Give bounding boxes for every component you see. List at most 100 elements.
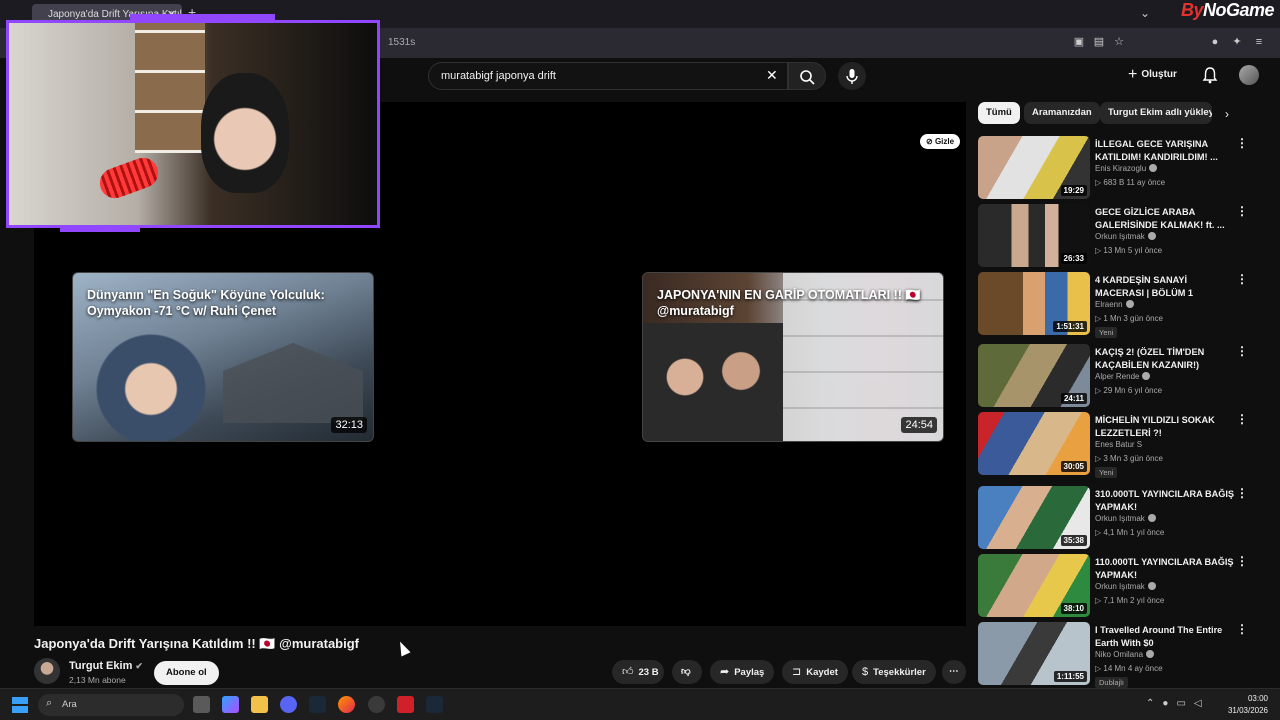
bookmark-icon: ⊐ <box>792 666 802 678</box>
new-badge: Yeni <box>1095 327 1118 338</box>
webcam-shelf <box>135 23 205 153</box>
obs-icon[interactable] <box>368 696 385 713</box>
video-thumbnail: 38:10 <box>978 554 1090 617</box>
account-icon[interactable]: ● <box>1208 35 1222 49</box>
recommended-video[interactable]: 24:11 KAÇIŞ 2! (ÖZEL TİM'DEN KAÇABİLEN K… <box>978 344 1274 408</box>
chip-channel[interactable]: Turgut Ekim adlı yükleyici <box>1100 102 1212 124</box>
verified-icon <box>1147 514 1156 522</box>
video-meta: ▷ 13 Mn 5 yıl önce <box>1095 246 1163 255</box>
verified-icon: ✔ <box>135 661 143 671</box>
video-title: 310.000TL YAYINCILARA BAĞIŞ YAPMAK! <box>1095 489 1235 512</box>
video-meta: ▷ 7,1 Mn 2 yıl önce <box>1095 596 1165 605</box>
notifications-bell-icon[interactable] <box>1202 66 1218 84</box>
clear-search-icon[interactable]: ✕ <box>766 67 778 84</box>
channel-name: Niko Omilana <box>1095 650 1155 659</box>
like-button[interactable]: 👍︎ 23 B <box>612 660 664 684</box>
endcard-video-1[interactable]: Dünyanın "En Soğuk" Köyüne Yolculuk: Oym… <box>72 272 374 442</box>
task-view-icon[interactable] <box>193 696 210 713</box>
recommended-video[interactable]: 1:11:55 I Travelled Around The Entire Ea… <box>978 622 1274 688</box>
streamer-webcam <box>6 20 380 228</box>
user-avatar[interactable] <box>1239 65 1259 85</box>
subscribe-button[interactable]: Abone ol <box>154 661 219 685</box>
video-thumbnail: 26:33 <box>978 204 1090 267</box>
video-duration: 1:11:55 <box>1053 671 1087 682</box>
steam-secondary-icon[interactable] <box>426 696 443 713</box>
dislike-button[interactable]: 👎︎ <box>672 660 702 684</box>
hide-endcards-button[interactable]: ⊘ Gizle <box>920 134 961 149</box>
dubbed-badge: Dublajlı <box>1095 677 1129 688</box>
discord-icon[interactable] <box>280 696 297 713</box>
reader-icon[interactable]: ▤ <box>1092 35 1106 49</box>
endcard-video-2[interactable]: JAPONYA'NIN EN GARİP OTOMATLARI !! 🇯🇵 @m… <box>642 272 944 442</box>
url-text[interactable]: 1531s <box>388 37 415 48</box>
video-title: 4 KARDEŞİN SANAYİ MACERASI | BÖLÜM 1 <box>1095 275 1194 298</box>
endcard-thumbnail-people <box>643 323 783 441</box>
app-red-icon[interactable] <box>397 696 414 713</box>
video-thumbnail: 1:11:55 <box>978 622 1090 685</box>
menu-icon[interactable]: ≡ <box>1252 35 1266 49</box>
url-icons: ▣ ▤ ☆ <box>1072 35 1126 49</box>
verified-icon <box>1142 372 1151 380</box>
chevron-right-icon[interactable]: › <box>1225 107 1229 121</box>
verified-icon <box>1147 582 1156 590</box>
create-button[interactable]: + Oluştur <box>1128 66 1177 84</box>
more-vertical-icon[interactable]: ⋮ <box>1236 486 1248 500</box>
chip-all[interactable]: Tümü <box>978 102 1020 124</box>
firefox-icon[interactable] <box>338 696 355 713</box>
webcam-person <box>201 73 289 193</box>
share-button[interactable]: ➦ Paylaş <box>710 660 775 684</box>
endcard-title: Dünyanın "En Soğuk" Köyüne Yolculuk: Oym… <box>87 288 325 318</box>
file-explorer-icon[interactable] <box>251 696 268 713</box>
recommended-video[interactable]: 19:29 İLLEGAL GECE YARIŞINA KATILDIM! KA… <box>978 136 1274 200</box>
recommended-video[interactable]: 38:10 110.000TL YAYINCILARA BAĞIŞ YAPMAK… <box>978 554 1274 618</box>
more-vertical-icon[interactable]: ⋮ <box>1236 136 1248 150</box>
channel-avatar[interactable] <box>34 658 60 684</box>
channel-name: Orkun Işıtmak <box>1095 514 1156 523</box>
taskbar-clock[interactable]: 03:00 31/03/2026 <box>1222 693 1268 717</box>
chevron-down-icon[interactable]: ⌄ <box>1140 6 1150 20</box>
chevron-up-icon[interactable]: ⌃ <box>1146 698 1154 709</box>
video-meta: ▷ 4,1 Mn 1 yıl önce <box>1095 528 1165 537</box>
recommended-video[interactable]: 1:51:31 4 KARDEŞİN SANAYİ MACERASI | BÖL… <box>978 272 1274 338</box>
video-title: GECE GİZLİCE ARABA GALERİSİNDE KALMAK! f… <box>1095 207 1225 230</box>
channel-name: Enes Batur S <box>1095 440 1143 449</box>
more-actions-button[interactable]: ⋯ <box>942 660 966 684</box>
video-thumbnail: 35:38 <box>978 486 1090 549</box>
more-vertical-icon[interactable]: ⋮ <box>1236 272 1248 286</box>
more-horizontal-icon: ⋯ <box>949 666 959 677</box>
bookmark-star-icon[interactable]: ☆ <box>1112 35 1126 49</box>
recommended-video[interactable]: 30:05 MİCHELİN YILDIZLI SOKAK LEZZETLERİ… <box>978 412 1274 478</box>
thumbs-down-icon: 👎︎ <box>681 666 691 677</box>
mic-tray-icon[interactable]: ● <box>1162 698 1168 709</box>
search-input[interactable]: muratabigf japonya drift <box>428 62 788 90</box>
video-title: I Travelled Around The Entire Earth With… <box>1095 625 1223 648</box>
new-badge: Yeni <box>1095 467 1118 478</box>
copilot-icon[interactable] <box>222 696 239 713</box>
more-vertical-icon[interactable]: ⋮ <box>1236 622 1248 636</box>
save-button[interactable]: ⊐ Kaydet <box>782 660 848 684</box>
verified-icon <box>1125 300 1134 308</box>
clock-time: 03:00 <box>1247 694 1268 703</box>
display-icon[interactable]: ▭ <box>1176 698 1185 709</box>
taskbar-search[interactable]: ⌕ Ara <box>38 694 184 716</box>
steam-icon[interactable] <box>309 696 326 713</box>
recommended-video[interactable]: 26:33 GECE GİZLİCE ARABA GALERİSİNDE KAL… <box>978 204 1274 268</box>
windows-start-icon[interactable] <box>12 697 28 713</box>
recommended-video[interactable]: 35:38 310.000TL YAYINCILARA BAĞIŞ YAPMAK… <box>978 486 1274 550</box>
volume-icon[interactable]: ◁ <box>1194 698 1202 709</box>
endcard-thumbnail-person <box>91 323 211 441</box>
screenshot-icon[interactable]: ▣ <box>1072 35 1086 49</box>
channel-name[interactable]: Turgut Ekim ✔ <box>69 660 143 672</box>
voice-search-button[interactable] <box>838 62 866 90</box>
extensions-icon[interactable]: ✦ <box>1230 35 1244 49</box>
more-vertical-icon[interactable]: ⋮ <box>1236 204 1248 218</box>
bynogame-logo: ByNoGame <box>1180 0 1275 20</box>
thanks-button[interactable]: $ Teşekkürler <box>852 660 936 684</box>
more-vertical-icon[interactable]: ⋮ <box>1236 344 1248 358</box>
search-button[interactable] <box>788 62 826 90</box>
more-vertical-icon[interactable]: ⋮ <box>1236 554 1248 568</box>
more-vertical-icon[interactable]: ⋮ <box>1236 412 1248 426</box>
video-duration: 35:38 <box>1060 535 1087 546</box>
chip-related-search[interactable]: Aramanızdan <box>1024 102 1100 124</box>
search-icon: ⌕ <box>46 697 53 709</box>
